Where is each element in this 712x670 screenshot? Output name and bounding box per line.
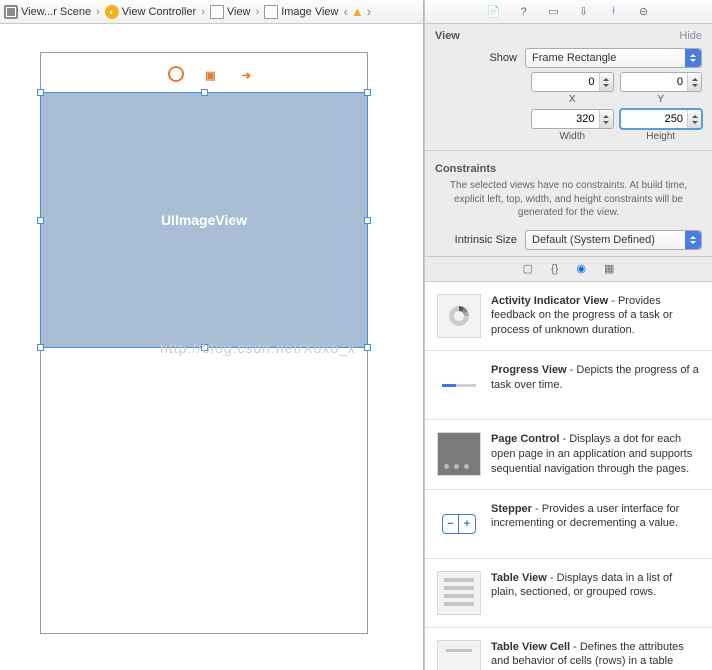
activity-indicator-icon bbox=[437, 294, 481, 338]
resize-handle[interactable] bbox=[364, 217, 371, 224]
list-item[interactable]: Page Control - Displays a dot for each o… bbox=[425, 420, 712, 490]
wh-row: Width Height bbox=[425, 107, 712, 144]
divider bbox=[425, 150, 712, 151]
y-caption: Y bbox=[657, 94, 664, 105]
size-inspector-icon[interactable]: ⟊ bbox=[606, 4, 622, 20]
scene-dock-icon[interactable] bbox=[168, 66, 184, 82]
crumb-scene[interactable]: View...r Scene bbox=[2, 5, 93, 19]
list-item[interactable]: −+ Stepper - Provides a user interface f… bbox=[425, 490, 712, 559]
media-library-icon[interactable]: ▦ bbox=[604, 262, 614, 275]
resize-handle[interactable] bbox=[201, 89, 208, 96]
object-library-icon[interactable]: ◉ bbox=[576, 262, 586, 275]
stepper-icon: −+ bbox=[437, 502, 481, 546]
page-control-icon bbox=[437, 432, 481, 476]
resize-handle[interactable] bbox=[37, 89, 44, 96]
stepper-icon[interactable] bbox=[687, 73, 701, 91]
crumb-label: View bbox=[227, 6, 251, 18]
popup-arrows-icon bbox=[685, 49, 701, 67]
identity-inspector-icon[interactable]: ▭ bbox=[546, 4, 562, 20]
nav-fwd-icon[interactable]: › bbox=[364, 4, 374, 19]
list-item[interactable]: Table View Cell - Defines the attributes… bbox=[425, 628, 712, 670]
library-tabs: ▢ {} ◉ ▦ bbox=[425, 256, 712, 282]
section-title: Constraints bbox=[435, 163, 496, 175]
item-title: Table View Cell bbox=[491, 641, 570, 653]
table-view-icon bbox=[437, 571, 481, 615]
item-title: Progress View bbox=[491, 364, 567, 376]
popup-value: Default (System Defined) bbox=[532, 234, 655, 246]
popup-arrows-icon bbox=[685, 231, 701, 249]
stepper-icon[interactable] bbox=[687, 110, 701, 128]
view-class-label: UIImageView bbox=[161, 212, 247, 228]
show-label: Show bbox=[435, 52, 525, 64]
viewcontroller-icon: ◐ bbox=[105, 5, 119, 19]
intrinsic-label: Intrinsic Size bbox=[435, 234, 525, 246]
intrinsic-row: Intrinsic Size Default (System Defined) bbox=[425, 228, 712, 252]
inspector-panel: 📄 ? ▭ ⇩ ⟊ ⊝ View Hide Show Frame Rectang… bbox=[424, 0, 712, 670]
breadcrumb: View...r Scene › ◐ View Controller › Vie… bbox=[0, 0, 423, 24]
code-snippet-icon[interactable]: {} bbox=[551, 263, 558, 275]
width-caption: Width bbox=[559, 131, 585, 142]
show-row: Show Frame Rectangle bbox=[425, 46, 712, 70]
connections-inspector-icon[interactable]: ⊝ bbox=[636, 4, 652, 20]
crumb-label: Image View bbox=[281, 6, 338, 18]
show-popup[interactable]: Frame Rectangle bbox=[525, 48, 702, 68]
imageview-icon bbox=[264, 5, 278, 19]
view-icon bbox=[210, 5, 224, 19]
xy-row: X Y bbox=[425, 70, 712, 107]
list-item[interactable]: Table View - Displays data in a list of … bbox=[425, 559, 712, 628]
view-section-header: View Hide bbox=[425, 24, 712, 46]
resize-handle[interactable] bbox=[201, 344, 208, 351]
item-title: Page Control bbox=[491, 433, 559, 445]
item-title: Activity Indicator View bbox=[491, 295, 608, 307]
popup-value: Frame Rectangle bbox=[532, 52, 616, 64]
crumb-label: View Controller bbox=[122, 6, 196, 18]
storyboard-icon bbox=[4, 5, 18, 19]
item-title: Stepper bbox=[491, 503, 532, 515]
progress-view-icon bbox=[437, 363, 481, 407]
constraints-message: The selected views have no constraints. … bbox=[425, 175, 712, 228]
constraints-header: Constraints bbox=[425, 157, 712, 175]
chevron-right-icon: › bbox=[93, 6, 103, 18]
first-responder-icon[interactable]: ▣ bbox=[202, 66, 220, 84]
intrinsic-popup[interactable]: Default (System Defined) bbox=[525, 230, 702, 250]
table-cell-icon bbox=[437, 640, 481, 670]
warning-icon[interactable]: ▲ bbox=[351, 4, 364, 19]
crumb-imageview[interactable]: Image View bbox=[262, 5, 340, 19]
file-inspector-icon[interactable]: 📄 bbox=[486, 4, 502, 20]
resize-handle[interactable] bbox=[37, 217, 44, 224]
crumb-view[interactable]: View bbox=[208, 5, 253, 19]
hide-button[interactable]: Hide bbox=[679, 30, 702, 42]
canvas-area: View...r Scene › ◐ View Controller › Vie… bbox=[0, 0, 424, 670]
crumb-vc[interactable]: ◐ View Controller bbox=[103, 5, 198, 19]
scene-toolbar: ▣ ➔ bbox=[168, 66, 256, 84]
item-title: Table View bbox=[491, 572, 547, 584]
list-item[interactable]: Activity Indicator View - Provides feedb… bbox=[425, 282, 712, 352]
stepper-icon[interactable] bbox=[599, 73, 613, 91]
resize-handle[interactable] bbox=[364, 344, 371, 351]
inspector-tabs: 📄 ? ▭ ⇩ ⟊ ⊝ bbox=[425, 0, 712, 24]
help-inspector-icon[interactable]: ? bbox=[516, 4, 532, 20]
object-library[interactable]: Activity Indicator View - Provides feedb… bbox=[425, 282, 712, 670]
stepper-icon[interactable] bbox=[599, 110, 613, 128]
resize-handle[interactable] bbox=[364, 89, 371, 96]
crumb-label: View...r Scene bbox=[21, 6, 91, 18]
section-title: View bbox=[435, 30, 460, 42]
selected-imageview[interactable]: UIImageView bbox=[40, 92, 368, 348]
x-caption: X bbox=[569, 94, 576, 105]
attributes-inspector-icon[interactable]: ⇩ bbox=[576, 4, 592, 20]
chevron-right-icon: › bbox=[253, 6, 263, 18]
height-caption: Height bbox=[646, 131, 675, 142]
list-item[interactable]: Progress View - Depicts the progress of … bbox=[425, 351, 712, 420]
file-template-icon[interactable]: ▢ bbox=[523, 262, 533, 275]
chevron-right-icon: › bbox=[198, 6, 208, 18]
nav-back-icon[interactable]: ‹ bbox=[340, 4, 350, 19]
exit-icon[interactable]: ➔ bbox=[238, 66, 256, 84]
resize-handle[interactable] bbox=[37, 344, 44, 351]
